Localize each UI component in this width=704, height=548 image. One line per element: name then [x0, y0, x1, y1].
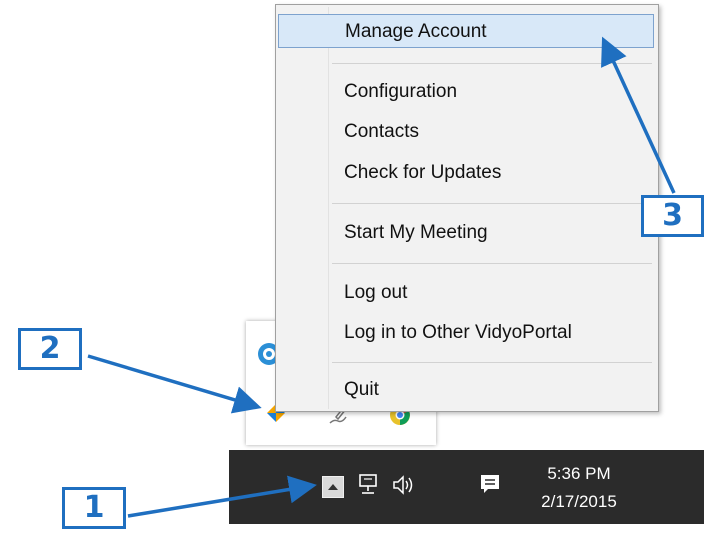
arrow-2: [87, 354, 262, 414]
callout-2: 2: [18, 328, 82, 370]
arrow-1: [127, 475, 317, 518]
callout-3: 3: [641, 195, 704, 237]
callout-1: 1: [62, 487, 126, 529]
callout-arrows: [87, 36, 676, 518]
arrow-3: [601, 36, 676, 194]
